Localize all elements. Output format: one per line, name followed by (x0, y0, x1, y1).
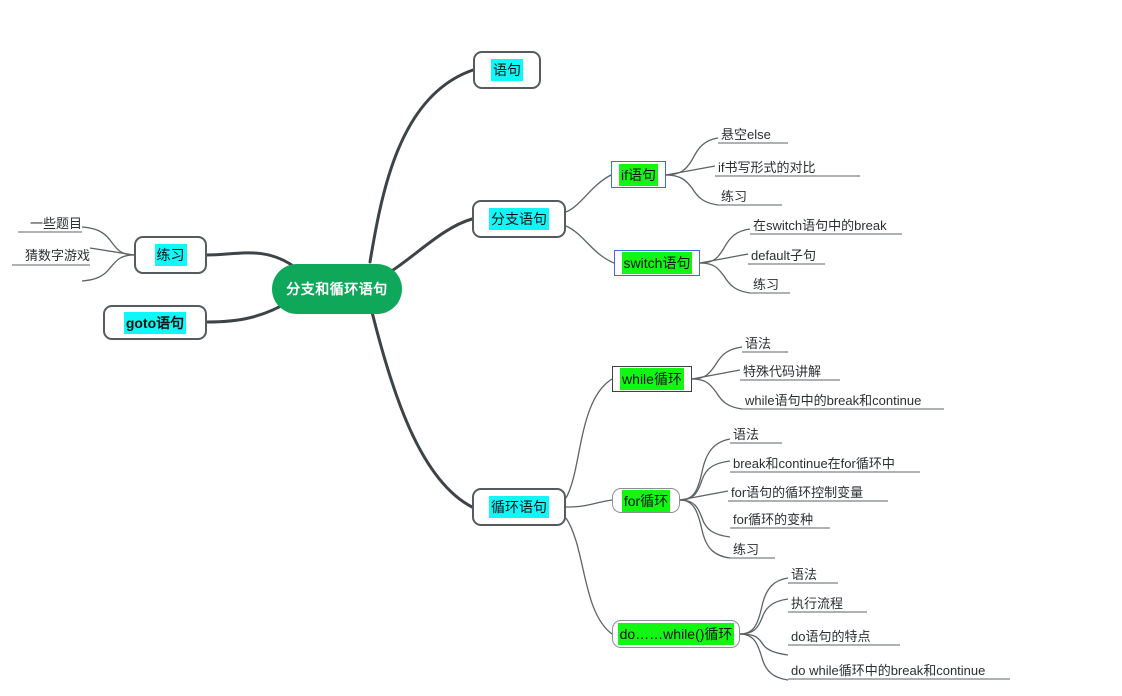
link-loop-dowhile (565, 517, 613, 635)
link-for-c5 (679, 499, 731, 559)
link-for-c1 (679, 438, 731, 501)
leaf-while-1[interactable]: 语法 (745, 334, 835, 352)
mindmap-canvas: 分支和循环语句 语句 分支语句 循环语句 练习 goto语句 if语句 swit… (0, 0, 1122, 696)
leaf-if-1[interactable]: 悬空else (721, 125, 841, 143)
leaf-while-2-label: 特殊代码讲解 (743, 364, 822, 379)
connector-layer (12, 68, 1010, 681)
link-if-c2 (665, 165, 716, 176)
node-statement[interactable]: 语句 (473, 51, 541, 89)
leaf-for-4-label: for循环的变种 (733, 512, 814, 527)
link-do-c3 (739, 633, 789, 656)
leaf-do-3-label: do语句的特点 (791, 629, 871, 644)
link-loop-for (565, 499, 613, 508)
leaf-do-4[interactable]: do while循环中的break和continue (791, 661, 1051, 679)
link-branch-switch (565, 225, 615, 264)
leaf-while-2[interactable]: 特殊代码讲解 (743, 362, 883, 380)
leaf-do-1[interactable]: 语法 (791, 565, 881, 583)
leaf-for-3-label: for语句的循环控制变量 (731, 485, 864, 500)
node-practice[interactable]: 练习 (134, 236, 207, 274)
node-loop-label: 循环语句 (489, 496, 549, 518)
leaf-do-3[interactable]: do语句的特点 (791, 627, 941, 645)
leaf-while-3-label: while语句中的break和continue (745, 393, 922, 408)
leaf-practice-1[interactable]: 一些题目 (0, 214, 82, 232)
link-for-c2 (679, 460, 731, 501)
leaf-switch-1[interactable]: 在switch语句中的break (753, 216, 933, 234)
link-loop-while (565, 378, 613, 499)
leaf-do-1-label: 语法 (791, 567, 818, 582)
link-while-c3 (691, 378, 743, 410)
link-root-loop (370, 310, 474, 509)
node-while-label: while循环 (620, 368, 684, 390)
node-switch[interactable]: switch语句 (614, 250, 700, 276)
node-goto-label: goto语句 (123, 311, 187, 334)
link-switch-c3 (699, 262, 751, 294)
link-while-c2 (691, 369, 741, 380)
link-for-c3 (679, 490, 729, 501)
leaf-for-4[interactable]: for循环的变种 (733, 510, 873, 528)
leaf-practice-2[interactable]: 猜数字游戏 (0, 246, 90, 264)
node-practice-label: 练习 (154, 244, 187, 266)
leaf-for-1[interactable]: 语法 (733, 425, 823, 443)
leaf-practice-2-label: 猜数字游戏 (24, 248, 90, 263)
node-branch[interactable]: 分支语句 (472, 200, 566, 238)
leaf-if-2[interactable]: if书写形式的对比 (718, 158, 878, 176)
node-switch-label: switch语句 (621, 252, 693, 274)
leaf-for-2[interactable]: break和continue在for循环中 (733, 454, 953, 472)
link-root-statement (368, 68, 475, 264)
leaf-for-5-label: 练习 (733, 542, 760, 557)
link-root-branch (378, 217, 474, 280)
leaf-while-1-label: 语法 (745, 336, 772, 351)
link-if-c3 (665, 174, 719, 206)
link-do-c4 (739, 633, 789, 681)
leaf-do-2-label: 执行流程 (791, 596, 844, 611)
node-for[interactable]: for循环 (612, 488, 680, 513)
leaf-if-3[interactable]: 练习 (721, 187, 811, 205)
node-if[interactable]: if语句 (611, 161, 666, 188)
link-do-c1 (739, 577, 789, 635)
leaf-do-4-label: do while循环中的break和continue (791, 663, 986, 678)
leaf-switch-3-label: 练习 (753, 277, 780, 292)
leaf-if-1-label: 悬空else (721, 127, 771, 142)
node-loop[interactable]: 循环语句 (472, 488, 566, 526)
link-root-practice (205, 251, 298, 270)
leaf-practice-1-label: 一些题目 (29, 216, 82, 231)
node-dowhile[interactable]: do……while()循环 (612, 620, 740, 648)
node-branch-label: 分支语句 (489, 208, 549, 230)
leaf-for-1-label: 语法 (733, 427, 760, 442)
leaf-switch-1-label: 在switch语句中的break (753, 218, 887, 233)
leaf-for-2-label: break和continue在for循环中 (733, 456, 895, 471)
leaf-switch-2-label: default子句 (751, 248, 817, 263)
node-statement-label: 语句 (491, 59, 523, 81)
leaf-while-3[interactable]: while语句中的break和continue (745, 391, 985, 409)
leaf-for-3[interactable]: for语句的循环控制变量 (731, 483, 931, 501)
leaf-if-2-label: if书写形式的对比 (718, 160, 816, 175)
node-dowhile-label: do……while()循环 (617, 623, 735, 645)
node-for-label: for循环 (621, 489, 671, 512)
leaf-switch-3[interactable]: 练习 (753, 275, 843, 293)
link-switch-c2 (699, 253, 749, 264)
leaf-do-2[interactable]: 执行流程 (791, 594, 911, 612)
leaf-switch-2[interactable]: default子句 (751, 246, 881, 264)
node-if-label: if语句 (619, 163, 658, 186)
link-for-c4 (679, 499, 731, 538)
link-if-c1 (665, 137, 719, 176)
link-branch-if (565, 174, 612, 213)
root-node[interactable]: 分支和循环语句 (272, 264, 402, 314)
root-label: 分支和循环语句 (286, 281, 388, 297)
node-goto[interactable]: goto语句 (103, 305, 207, 340)
link-practice-c2 (89, 247, 135, 256)
leaf-if-3-label: 练习 (721, 189, 748, 204)
link-do-c2 (739, 598, 789, 635)
leaf-for-5[interactable]: 练习 (733, 540, 823, 558)
node-while[interactable]: while循环 (612, 366, 692, 392)
